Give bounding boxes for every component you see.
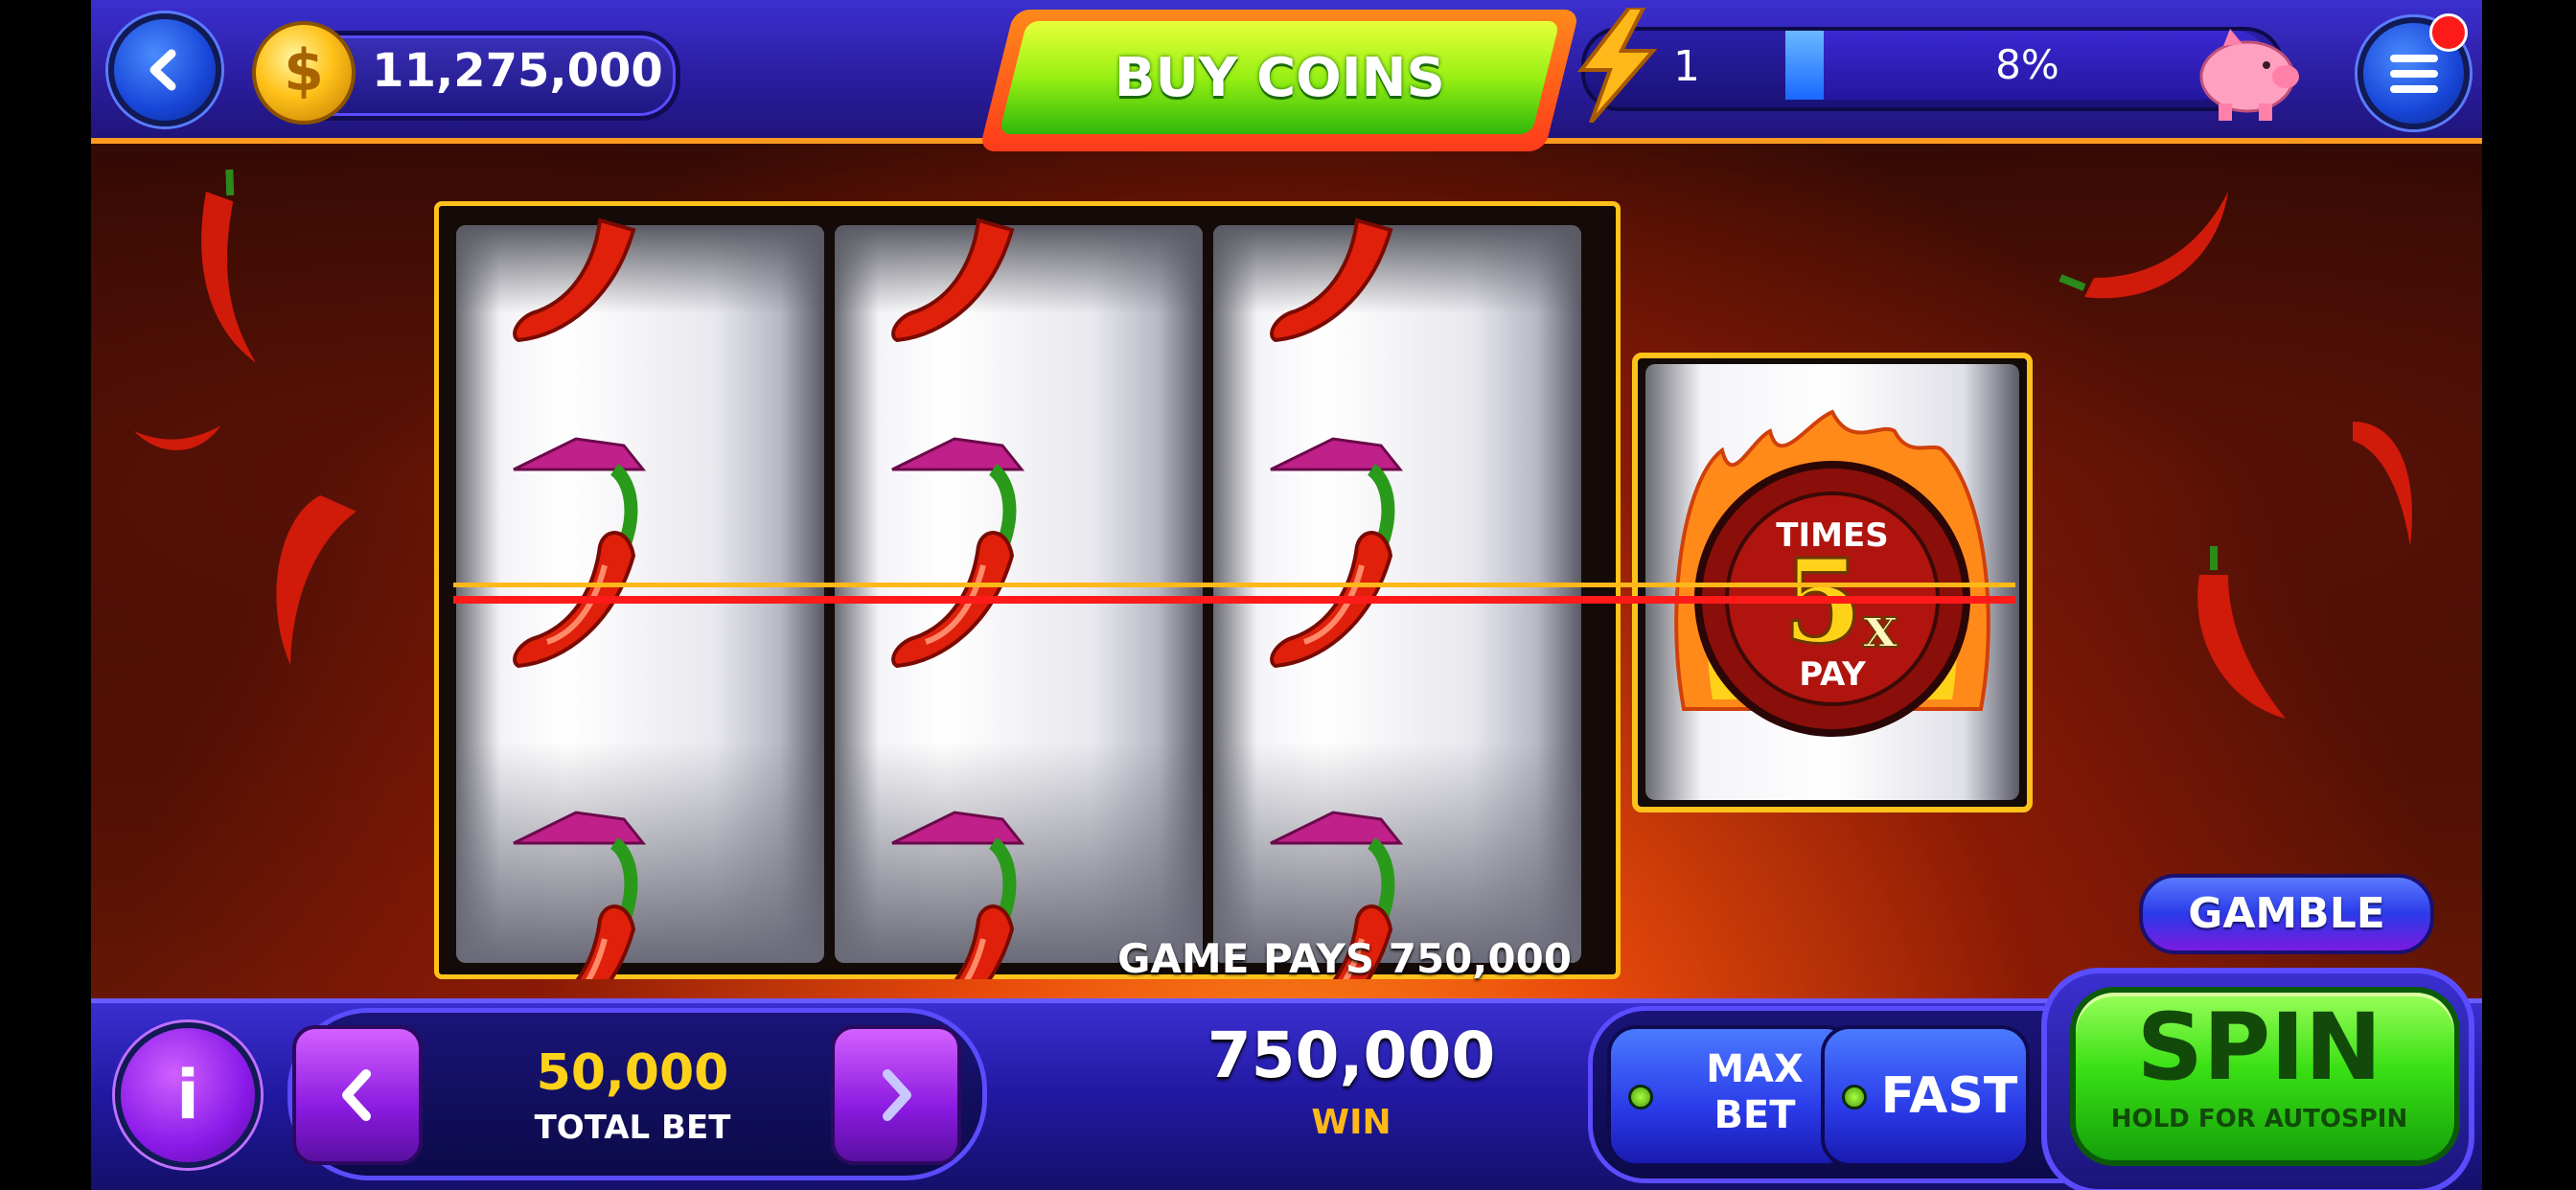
piggy-bank-icon[interactable] (2190, 19, 2305, 125)
slot-game-screen: $ 11,275,000 BUY COINS 8% 1 TIMES 5 x PA… (91, 0, 2482, 1190)
increase-bet-button[interactable] (831, 1025, 961, 1165)
bonus-bottom-text: PAY (1799, 655, 1866, 694)
decrease-bet-button[interactable] (292, 1025, 423, 1165)
bonus-x: x (1863, 594, 1898, 661)
bg-chili-3 (276, 494, 357, 666)
payline-red (453, 596, 2015, 604)
buy-coins-button[interactable]: BUY COINS (999, 21, 1560, 134)
gamble-button[interactable]: GAMBLE (2139, 874, 2434, 954)
chevron-right-icon (883, 1069, 911, 1121)
chevron-left-icon (342, 1069, 371, 1121)
max-bet-label-1: MAX (1706, 1047, 1804, 1091)
total-bet-label: TOTAL BET (534, 1109, 731, 1147)
coin-balance: 11,275,000 (372, 44, 663, 98)
buy-coins-label: BUY COINS (1114, 46, 1445, 109)
bg-chili-5 (2353, 422, 2412, 546)
info-button[interactable]: i (115, 1022, 261, 1168)
payline-gold (453, 583, 2015, 587)
win-label: WIN (1311, 1103, 1392, 1142)
notification-dot (2429, 13, 2468, 52)
info-icon: i (176, 1056, 199, 1134)
bg-chili-1 (201, 169, 257, 363)
max-bet-label-2: BET (1714, 1093, 1796, 1137)
lightning-icon (1576, 8, 1658, 123)
back-icon (150, 49, 176, 91)
bg-chili-2 (134, 425, 221, 450)
coin-icon: $ (252, 21, 356, 125)
menu-icon (2389, 54, 2438, 93)
game-pays-text: GAME PAYS 750,000 (1116, 935, 1573, 982)
win-value: 750,000 (1207, 1018, 1496, 1092)
max-bet-indicator (1628, 1085, 1653, 1110)
max-bet-button[interactable]: MAX BET (1607, 1025, 1854, 1167)
bg-chili-4 (2058, 192, 2228, 299)
fast-indicator (1842, 1085, 1867, 1110)
bg-chili-6 (2197, 546, 2286, 719)
reel-symbols (434, 218, 1621, 979)
spin-label: SPIN (2136, 994, 2382, 1101)
fast-label: FAST (1880, 1067, 2018, 1125)
fast-button[interactable]: FAST (1821, 1025, 2030, 1167)
total-bet-value: 50,000 (536, 1044, 729, 1102)
back-button[interactable] (108, 13, 221, 126)
spin-sublabel: HOLD FOR AUTOSPIN (2110, 1105, 2408, 1133)
